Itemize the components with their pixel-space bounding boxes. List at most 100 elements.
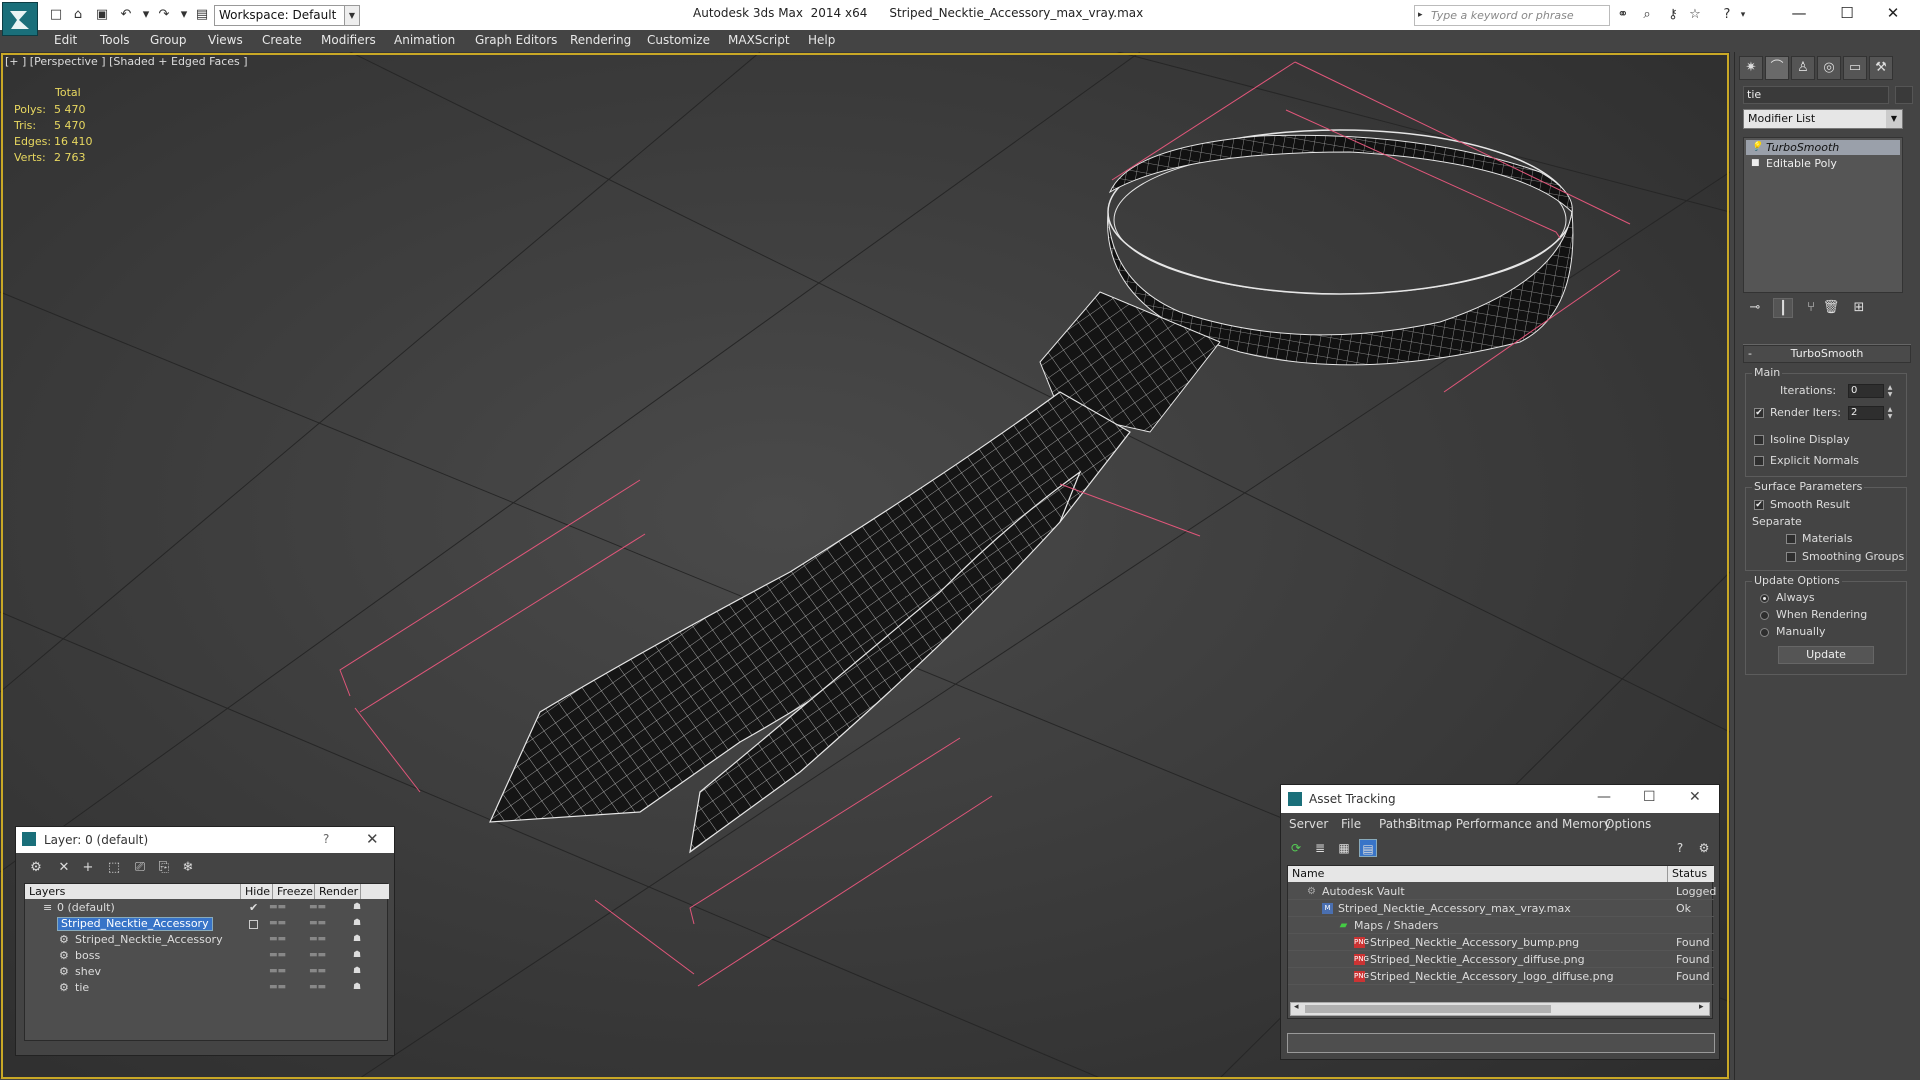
smooth-result-checkbox[interactable]: ✔: [1754, 500, 1764, 510]
hierarchy-tab-icon[interactable]: ♙: [1791, 56, 1815, 80]
freeze-toggle[interactable]: ▬▬: [309, 900, 326, 915]
search-expand-icon[interactable]: ▸: [1418, 6, 1423, 25]
column-header-status[interactable]: Status: [1668, 866, 1714, 882]
save-icon[interactable]: ▣: [94, 7, 110, 23]
freeze-toggle[interactable]: ▬▬: [309, 916, 326, 931]
asset-row[interactable]: PNG Striped_Necktie_Accessory_diffuse.pn…: [1288, 951, 1714, 968]
maximize-button[interactable]: ☐: [1824, 0, 1870, 28]
layer-settings-icon[interactable]: ⚙: [26, 859, 46, 877]
asset-menu-bitmap-performance[interactable]: Bitmap Performance and Memory: [1409, 817, 1611, 831]
star-icon[interactable]: ☆: [1686, 7, 1704, 23]
hide-toggle[interactable]: ▬▬: [269, 916, 286, 931]
pin-stack-icon[interactable]: ⊸: [1745, 298, 1765, 318]
thumbnail-view-icon[interactable]: ▦: [1335, 839, 1353, 857]
scroll-left-icon[interactable]: ◂: [1294, 1002, 1299, 1012]
asset-menu-paths[interactable]: Paths: [1379, 817, 1412, 831]
menu-edit[interactable]: Edit: [54, 33, 77, 47]
highlight-layer-icon[interactable]: ⎚: [130, 859, 150, 877]
asset-dialog-title-bar[interactable]: Asset Tracking — ☐ ✕: [1281, 785, 1719, 813]
layer-row[interactable]: ⚙ Striped_Necktie_Accessory ▬▬ ▬▬ ☗: [25, 932, 389, 947]
project-folder-icon[interactable]: ▤: [194, 7, 210, 23]
menu-views[interactable]: Views: [208, 33, 243, 47]
viewport-label[interactable]: [+ ] [Perspective ] [Shaded + Edged Face…: [5, 55, 248, 68]
layer-row[interactable]: ⚙ boss ▬▬ ▬▬ ☗: [25, 948, 389, 963]
horizontal-scrollbar[interactable]: ◂ ▸: [1290, 1002, 1710, 1016]
update-always-radio[interactable]: [1760, 594, 1769, 603]
help-dropdown-icon[interactable]: ▾: [1734, 7, 1752, 23]
workspace-select[interactable]: Workspace: Default▾: [214, 5, 360, 26]
add-layer-icon[interactable]: +: [78, 859, 98, 877]
spinner-arrows-icon[interactable]: ▲ ▼: [1886, 384, 1894, 398]
close-button[interactable]: ✕: [1870, 0, 1916, 28]
search-icon[interactable]: ⌕: [1638, 7, 1656, 23]
configure-sets-icon[interactable]: ⊞: [1849, 298, 1869, 318]
column-header-layers[interactable]: Layers: [25, 884, 241, 899]
materials-checkbox[interactable]: [1786, 534, 1796, 544]
stack-item-editable-poly[interactable]: ■ Editable Poly: [1746, 156, 1900, 171]
show-end-result-icon[interactable]: ┃: [1773, 298, 1793, 318]
redo-icon[interactable]: ↷: [156, 7, 172, 23]
isoline-display-checkbox[interactable]: [1754, 435, 1764, 445]
menu-modifiers[interactable]: Modifiers: [321, 33, 376, 47]
explicit-normals-checkbox[interactable]: [1754, 456, 1764, 466]
menu-graph-editors[interactable]: Graph Editors: [475, 33, 557, 47]
layer-row-selected[interactable]: Striped_Necktie_Accessory ▬▬ ▬▬ ☗: [25, 916, 389, 931]
column-header-freeze[interactable]: Freeze: [273, 884, 315, 899]
hide-toggle[interactable]: ▬▬: [269, 964, 286, 979]
render-teapot-icon[interactable]: ☗: [353, 932, 361, 947]
asset-path-field[interactable]: [1287, 1033, 1715, 1053]
hide-toggle[interactable]: ▬▬: [269, 948, 286, 963]
freeze-toggle[interactable]: ▬▬: [309, 964, 326, 979]
update-button[interactable]: Update: [1778, 646, 1874, 664]
asset-menu-server[interactable]: Server: [1289, 817, 1328, 831]
lightbulb-icon[interactable]: 💡: [1751, 140, 1762, 155]
hide-toggle[interactable]: ▬▬: [269, 932, 286, 947]
render-iters-spinner[interactable]: 2: [1848, 406, 1884, 420]
menu-group[interactable]: Group: [150, 33, 187, 47]
modifier-list-select[interactable]: Modifier List ▼: [1743, 109, 1903, 129]
scroll-right-icon[interactable]: ▸: [1699, 1002, 1704, 1012]
column-header-render[interactable]: Render: [315, 884, 361, 899]
close-button[interactable]: ✕: [1689, 789, 1701, 805]
help-icon[interactable]: ?: [1671, 839, 1689, 857]
freeze-toggle[interactable]: ▬▬: [309, 932, 326, 947]
menu-maxscript[interactable]: MAXScript: [728, 33, 790, 47]
spinner-arrows-icon[interactable]: ▲ ▼: [1886, 406, 1894, 420]
asset-row[interactable]: ⚙ Autodesk Vault Logged: [1288, 883, 1716, 900]
render-teapot-icon[interactable]: ☗: [353, 900, 361, 915]
object-name-input[interactable]: tie: [1743, 86, 1889, 104]
asset-row[interactable]: M Striped_Necktie_Accessory_max_vray.max…: [1288, 900, 1714, 917]
delete-layer-icon[interactable]: ✕: [54, 859, 74, 877]
binoculars-icon[interactable]: ⚭: [1614, 7, 1632, 23]
help-button[interactable]: ?: [323, 832, 329, 846]
workspace-dropdown-button[interactable]: ▼: [344, 5, 360, 26]
menu-tools[interactable]: Tools: [100, 33, 130, 47]
refresh-icon[interactable]: ⟳: [1287, 839, 1305, 857]
render-teapot-icon[interactable]: ☗: [353, 964, 361, 979]
motion-tab-icon[interactable]: ◎: [1817, 56, 1841, 80]
make-unique-icon[interactable]: ⑂: [1801, 298, 1821, 318]
modify-tab-icon[interactable]: ⌒: [1765, 56, 1789, 80]
layer-row[interactable]: ⚙ shev ▬▬ ▬▬ ☗: [25, 964, 389, 979]
new-icon[interactable]: □: [48, 7, 64, 23]
remove-modifier-icon[interactable]: 🗑: [1821, 298, 1841, 318]
menu-customize[interactable]: Customize: [647, 33, 710, 47]
asset-row[interactable]: ▰ Maps / Shaders: [1288, 917, 1714, 934]
search-input[interactable]: ▸ Type a keyword or phrase: [1414, 5, 1610, 26]
scrollbar-thumb[interactable]: [1305, 1005, 1551, 1013]
list-view-icon[interactable]: ≣: [1311, 839, 1329, 857]
update-when-rendering-radio[interactable]: [1760, 611, 1769, 620]
asset-row[interactable]: PNG Striped_Necktie_Accessory_logo_diffu…: [1288, 968, 1714, 985]
layer-dialog-title-bar[interactable]: Layer: 0 (default) ? ✕: [16, 827, 394, 853]
render-iters-checkbox[interactable]: ✔: [1754, 408, 1764, 418]
hide-toggle[interactable]: ▬▬: [269, 980, 286, 995]
expand-icon[interactable]: ■: [1751, 156, 1760, 171]
asset-menu-options[interactable]: Options: [1605, 817, 1651, 831]
layer-row[interactable]: ≡ 0 (default) ✔ ▬▬ ▬▬ ☗: [25, 900, 389, 915]
options-icon[interactable]: ⚙: [1695, 839, 1713, 857]
create-tab-icon[interactable]: ✷: [1739, 56, 1763, 80]
minimize-button[interactable]: —: [1597, 789, 1611, 805]
minimize-button[interactable]: —: [1776, 0, 1822, 28]
hide-toggle[interactable]: ▬▬: [269, 900, 286, 915]
open-icon[interactable]: ⌂: [70, 7, 86, 23]
